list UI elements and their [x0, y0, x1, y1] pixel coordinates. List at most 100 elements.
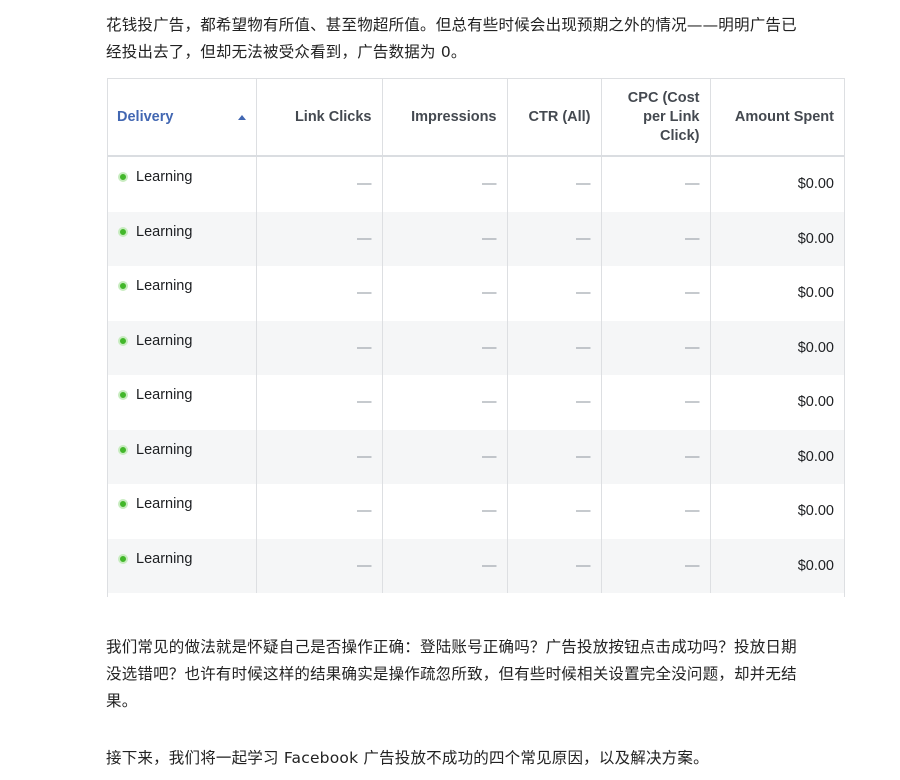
- cell-impressions: —: [382, 484, 508, 539]
- cell-delivery: Learning: [108, 429, 257, 484]
- cell-link-clicks-value: —: [357, 339, 372, 356]
- status-dot-icon: [118, 390, 128, 400]
- cell-cpc-value: —: [685, 503, 700, 520]
- cell-impressions-value: —: [482, 557, 497, 574]
- cell-link-clicks-value: —: [357, 176, 372, 193]
- cell-cpc: —: [601, 320, 711, 375]
- cell-ctr: —: [507, 320, 602, 375]
- cell-link-clicks-value: —: [357, 285, 372, 302]
- cell-amount-spent: $0.00: [710, 266, 844, 321]
- cell-delivery-value: Learning: [136, 441, 193, 458]
- cell-link-clicks: —: [256, 538, 383, 593]
- column-header-label: Link Clicks: [294, 108, 372, 125]
- cell-impressions: —: [382, 156, 508, 212]
- column-header-label: Amount Spent: [734, 108, 834, 125]
- column-header-delivery[interactable]: Delivery: [108, 79, 257, 157]
- cell-impressions-value: —: [482, 503, 497, 520]
- cell-ctr-value: —: [576, 339, 591, 356]
- cell-impressions: —: [382, 211, 508, 266]
- cell-amount-spent-value: $0.00: [797, 394, 834, 411]
- cell-impressions: —: [382, 375, 508, 430]
- column-header-impressions[interactable]: Impressions: [382, 79, 508, 157]
- cell-link-clicks-value: —: [357, 557, 372, 574]
- status-dot-icon: [118, 553, 128, 564]
- cell-ctr-value: —: [576, 448, 591, 465]
- cell-delivery-value: Learning: [136, 496, 193, 512]
- table-row[interactable]: Learning — — — — $0.00: [108, 429, 844, 484]
- cell-amount-spent: $0.00: [710, 484, 844, 539]
- cell-cpc-value: —: [685, 394, 700, 411]
- cell-cpc-value: —: [685, 285, 700, 302]
- column-header-amount-spent[interactable]: Amount Spent: [710, 79, 844, 157]
- column-header-label: Impressions: [411, 108, 497, 125]
- cell-link-clicks: —: [256, 429, 383, 484]
- cell-amount-spent-value: $0.00: [797, 176, 834, 193]
- cell-impressions-value: —: [482, 339, 497, 356]
- table-header-row: Delivery Link Clicks Impressions CTR (Al…: [108, 79, 844, 157]
- table-row[interactable]: Learning — — — — $0.00: [108, 320, 844, 375]
- cell-delivery: Learning: [108, 538, 257, 593]
- table-row[interactable]: Learning — — — — $0.00: [108, 211, 844, 266]
- cell-cpc-value: —: [685, 339, 700, 356]
- cell-link-clicks: —: [256, 266, 383, 321]
- column-header-cpc[interactable]: CPC (Cost per Link Click): [601, 79, 711, 157]
- cell-link-clicks: —: [256, 375, 383, 430]
- cell-delivery-value: Learning: [136, 223, 193, 240]
- cell-delivery: Learning: [108, 375, 257, 430]
- cell-cpc: —: [601, 211, 711, 266]
- cell-amount-spent: $0.00: [710, 211, 844, 266]
- cell-impressions-value: —: [482, 230, 497, 247]
- cell-link-clicks-value: —: [357, 503, 372, 520]
- cell-link-clicks: —: [256, 320, 383, 375]
- cell-impressions: —: [382, 429, 508, 484]
- cell-link-clicks: —: [256, 484, 383, 539]
- cell-ctr: —: [507, 211, 602, 266]
- cell-ctr-value: —: [576, 285, 591, 302]
- next-paragraph: 接下来，我们将一起学习 Facebook 广告投放不成功的四个常见原因，以及解决…: [106, 749, 709, 767]
- cell-link-clicks-value: —: [357, 394, 372, 411]
- cell-amount-spent: $0.00: [710, 156, 844, 212]
- cell-delivery-value: Learning: [136, 278, 193, 294]
- cell-impressions: —: [382, 266, 508, 321]
- column-header-ctr[interactable]: CTR (All): [507, 79, 602, 157]
- cell-delivery: Learning: [108, 484, 257, 539]
- cell-amount-spent-value: $0.00: [797, 557, 834, 574]
- cell-cpc-value: —: [685, 448, 700, 465]
- cell-amount-spent: $0.00: [710, 429, 844, 484]
- cell-impressions-value: —: [482, 448, 497, 465]
- table-row[interactable]: Learning — — — — $0.00: [108, 375, 844, 430]
- column-header-link-clicks[interactable]: Link Clicks: [256, 79, 383, 157]
- status-dot-icon: [118, 226, 128, 237]
- cell-cpc: —: [601, 538, 711, 593]
- cell-amount-spent-value: $0.00: [797, 503, 834, 520]
- cell-link-clicks: —: [256, 211, 383, 266]
- table-row[interactable]: Learning — — — — $0.00: [108, 484, 844, 539]
- ads-report-table: Delivery Link Clicks Impressions CTR (Al…: [107, 78, 845, 597]
- middle-paragraph: 我们常见的做法就是怀疑自己是否操作正确：登陆账号正确吗？广告投放按钮点击成功吗？…: [106, 638, 797, 710]
- table-row[interactable]: Learning — — — — $0.00: [108, 266, 844, 321]
- cell-cpc: —: [601, 429, 711, 484]
- cell-cpc-value: —: [685, 176, 700, 193]
- column-header-label: CPC (Cost per Link Click): [627, 89, 700, 144]
- cell-cpc: —: [601, 375, 711, 430]
- cell-ctr-value: —: [576, 394, 591, 411]
- table-row[interactable]: Learning — — — — $0.00: [108, 538, 844, 593]
- cell-delivery: Learning: [108, 211, 257, 266]
- cell-amount-spent: $0.00: [710, 320, 844, 375]
- status-dot-icon: [118, 335, 128, 346]
- cell-link-clicks: —: [256, 156, 383, 212]
- table-row[interactable]: Learning — — — — $0.00: [108, 156, 844, 212]
- column-header-label: Delivery: [117, 108, 174, 125]
- sort-ascending-icon[interactable]: [237, 115, 246, 120]
- cell-impressions-value: —: [482, 394, 497, 411]
- cell-cpc: —: [601, 156, 711, 212]
- cell-delivery-value: Learning: [136, 332, 193, 349]
- cell-amount-spent-value: $0.00: [797, 339, 834, 356]
- cell-impressions: —: [382, 538, 508, 593]
- cell-amount-spent-value: $0.00: [797, 230, 834, 247]
- cell-delivery: Learning: [108, 156, 257, 212]
- status-dot-icon: [118, 281, 128, 291]
- status-dot-icon: [118, 172, 128, 182]
- cell-delivery-value: Learning: [136, 550, 193, 567]
- cell-ctr-value: —: [576, 503, 591, 520]
